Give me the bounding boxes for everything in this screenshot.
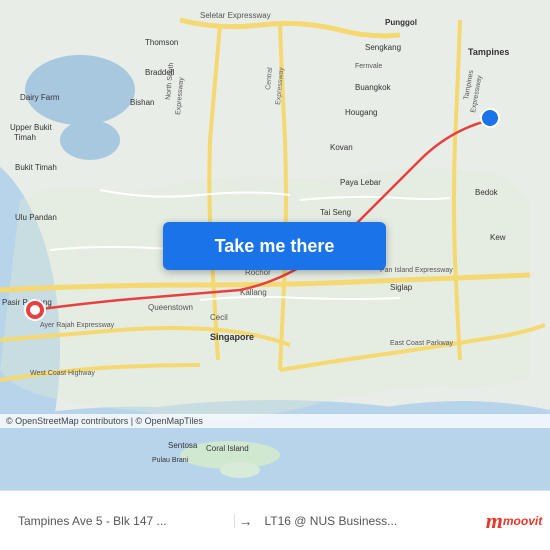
svg-text:West Coast Highway: West Coast Highway xyxy=(30,370,95,377)
svg-text:Tampines: Tampines xyxy=(468,47,509,57)
svg-text:Fernvale: Fernvale xyxy=(355,63,382,70)
svg-text:Singapore: Singapore xyxy=(210,332,254,342)
take-me-there-button[interactable]: Take me there xyxy=(163,222,386,270)
svg-text:Cecil: Cecil xyxy=(210,313,228,322)
svg-text:Kovan: Kovan xyxy=(330,143,353,152)
moovit-brand-text: moovit xyxy=(503,514,542,528)
svg-text:Upper Bukit: Upper Bukit xyxy=(10,123,53,132)
origin-box: Tampines Ave 5 - Blk 147 ... xyxy=(10,514,235,528)
svg-text:Siglap: Siglap xyxy=(390,283,413,292)
destination-box: LT16 @ NUS Business... xyxy=(257,514,481,528)
svg-text:Bedok: Bedok xyxy=(475,188,499,197)
bottom-bar: Tampines Ave 5 - Blk 147 ... → LT16 @ NU… xyxy=(0,490,550,550)
svg-text:Sentosa: Sentosa xyxy=(168,441,198,450)
svg-text:Seletar Expressway: Seletar Expressway xyxy=(200,11,271,20)
svg-text:Coral Island: Coral Island xyxy=(206,444,249,453)
svg-text:Bukit Timah: Bukit Timah xyxy=(15,163,57,172)
svg-text:Queenstown: Queenstown xyxy=(148,303,193,312)
svg-text:Bishan: Bishan xyxy=(130,98,154,107)
destination-label: LT16 @ NUS Business... xyxy=(265,514,473,528)
svg-text:Punggol: Punggol xyxy=(385,18,417,27)
svg-text:Pan Island Expressway: Pan Island Expressway xyxy=(380,267,453,274)
map-container: Seletar Expressway North South Expresswa… xyxy=(0,0,550,490)
svg-text:Ulu Pandan: Ulu Pandan xyxy=(15,213,57,222)
arrow-icon: → xyxy=(235,513,257,529)
svg-text:Buangkok: Buangkok xyxy=(355,83,392,92)
svg-text:Kew: Kew xyxy=(490,233,506,242)
svg-text:Braddell: Braddell xyxy=(145,68,175,77)
attribution-text: © OpenStreetMap contributors | © OpenMap… xyxy=(6,416,203,426)
svg-text:Thomson: Thomson xyxy=(145,38,178,47)
svg-text:East Coast Parkway: East Coast Parkway xyxy=(390,340,454,347)
origin-label: Tampines Ave 5 - Blk 147 ... xyxy=(18,514,226,528)
svg-text:Sengkang: Sengkang xyxy=(365,43,401,52)
map-attribution: © OpenStreetMap contributors | © OpenMap… xyxy=(0,414,550,428)
svg-text:Ayer Rajah Expressway: Ayer Rajah Expressway xyxy=(40,322,115,329)
svg-text:Dairy Farm: Dairy Farm xyxy=(20,93,60,102)
svg-text:Hougang: Hougang xyxy=(345,108,377,117)
svg-text:Paya Lebar: Paya Lebar xyxy=(340,178,381,187)
svg-text:Tai Seng: Tai Seng xyxy=(320,208,351,217)
svg-text:Pulau Brani: Pulau Brani xyxy=(152,457,189,464)
moovit-m-icon: m xyxy=(486,508,503,534)
moovit-logo: m moovit xyxy=(480,508,540,534)
svg-text:Timah: Timah xyxy=(14,133,36,142)
